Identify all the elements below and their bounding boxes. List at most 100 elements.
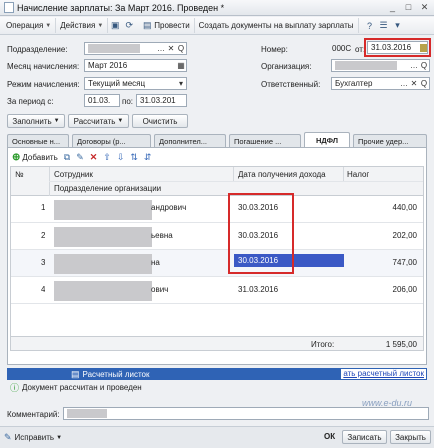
close-button[interactable]: Закрыть: [390, 430, 431, 444]
minimize-icon[interactable]: _: [386, 2, 399, 13]
comment-field[interactable]: [63, 407, 429, 420]
edit-icon[interactable]: ✎: [76, 152, 84, 163]
copy-icon[interactable]: ⧉: [64, 152, 70, 163]
watermark: www.e-du.ru: [362, 398, 413, 408]
month-field[interactable]: Март 2016 ▦: [84, 59, 187, 72]
menu-icon[interactable]: ▾: [391, 19, 405, 33]
redacted-employee: [54, 281, 152, 301]
tab-contracts[interactable]: Договоры (р...: [72, 134, 151, 148]
table-row[interactable]: 1 андрович 30.03.2016 440,00: [11, 196, 423, 223]
period-from-field[interactable]: 01.03.: [84, 94, 120, 107]
ellipsis-icon[interactable]: …: [156, 43, 166, 54]
period-from-value: 01.03.: [88, 96, 111, 105]
doc-status: ⓘ Документ рассчитан и проведен: [10, 382, 142, 393]
clear-icon[interactable]: ✕: [166, 43, 176, 54]
save-label: Записать: [347, 432, 382, 442]
month-value: Март 2016: [88, 61, 128, 70]
sort-desc-icon[interactable]: ⇵: [144, 152, 152, 163]
date-field[interactable]: 31.03.2016: [367, 41, 428, 54]
mode-select[interactable]: Текущий месяц ▾: [84, 77, 187, 90]
open-icon[interactable]: Q: [419, 78, 429, 89]
open-icon[interactable]: Q: [419, 60, 429, 71]
grid-footer: Итого: 1 595,00: [11, 336, 423, 350]
row-num: 3: [41, 258, 46, 267]
table-row[interactable]: 4 ович 31.03.2016 206,00: [11, 277, 423, 304]
ellipsis-icon[interactable]: …: [409, 60, 419, 71]
actions-menu[interactable]: Действия ▼: [56, 18, 109, 33]
tab-ndfl[interactable]: НДФЛ: [304, 132, 350, 148]
clear-label: Очистить: [142, 116, 178, 126]
dropdown-arrow-icon: ▼: [56, 434, 63, 441]
chevron-down-icon[interactable]: ▾: [176, 78, 186, 89]
plus-icon: ⊕: [12, 152, 21, 163]
mode-label: Режим начисления:: [7, 80, 80, 89]
calendar-icon[interactable]: [420, 43, 427, 52]
calculate-button[interactable]: Рассчитать ▼: [68, 114, 129, 128]
table-row[interactable]: 3 на 30.03.2016 747,00: [11, 250, 423, 277]
operation-menu[interactable]: Операция ▼: [2, 18, 57, 33]
col-employee-sub: Подразделение организации: [54, 184, 162, 193]
clear-button[interactable]: Очистить: [132, 114, 188, 128]
payslip-link[interactable]: ать расчетный листок: [341, 369, 426, 379]
dropdown-arrow-icon: ▼: [53, 118, 60, 124]
sort-asc-icon[interactable]: ⇅: [130, 152, 138, 163]
save-doc-icon[interactable]: ▣: [108, 19, 122, 33]
row-employee: на: [151, 258, 160, 267]
total-value: 1 595,00: [385, 340, 417, 349]
create-docs-button[interactable]: Создать документы на выплату зарплаты: [195, 18, 359, 33]
refresh-icon[interactable]: ⟳: [122, 19, 136, 33]
row-separator: [11, 303, 423, 304]
department-field[interactable]: … ✕ Q: [84, 42, 187, 55]
table-row[interactable]: 2 ьевна 30.03.2016 202,00: [11, 223, 423, 250]
dropdown-arrow-icon: ▼: [97, 22, 104, 29]
fix-button[interactable]: ✎ Исправить ▼: [4, 432, 62, 443]
operation-label: Операция: [6, 21, 44, 30]
tab-main[interactable]: Основные н...: [7, 134, 69, 148]
responsible-field[interactable]: Бухгалтер … ✕ Q: [331, 77, 430, 90]
fill-button[interactable]: Заполнить ▼: [7, 114, 65, 128]
save-button[interactable]: Записать: [342, 430, 387, 444]
tab-additional[interactable]: Дополнител...: [154, 134, 226, 148]
tab-label: Договоры (р...: [77, 137, 126, 146]
post-button[interactable]: ▤ Провести: [136, 18, 195, 33]
calendar-icon[interactable]: ▦: [176, 60, 186, 71]
organization-field[interactable]: … Q: [331, 59, 430, 72]
row-amount: 202,00: [392, 231, 417, 240]
ok-button[interactable]: ОК: [324, 432, 335, 441]
grid-toolbar: ⊕ Добавить ⧉ ✎ ✕ ⇧ ⇩ ⇅ ⇵: [12, 151, 151, 164]
title-bar: Начисление зарплаты: За Март 2016. Прове…: [0, 0, 434, 16]
tab-label: Дополнител...: [159, 137, 208, 146]
ellipsis-icon[interactable]: …: [399, 78, 409, 89]
tab-label: Прочие удер...: [358, 137, 409, 146]
grid-header: № Сотрудник Подразделение организации Да…: [11, 167, 423, 196]
list-icon[interactable]: ☰: [377, 19, 391, 33]
clear-icon[interactable]: ✕: [409, 78, 419, 89]
move-up-icon[interactable]: ⇧: [103, 152, 111, 163]
calculate-label: Рассчитать: [73, 116, 116, 126]
post-label: Провести: [154, 21, 190, 30]
col-date: Дата получения дохода: [238, 170, 326, 179]
tab-other[interactable]: Прочие удер...: [353, 134, 427, 148]
dropdown-arrow-icon: ▼: [117, 118, 124, 124]
comment-label: Комментарий:: [7, 410, 60, 419]
help-icon[interactable]: ?: [363, 19, 377, 33]
move-down-icon[interactable]: ⇩: [117, 152, 125, 163]
redacted-value: [67, 409, 107, 418]
post-icon: ▤: [143, 20, 152, 30]
period-to-field[interactable]: 31.03.201: [136, 94, 187, 107]
add-button[interactable]: ⊕ Добавить: [12, 152, 58, 163]
ndfl-grid: № Сотрудник Подразделение организации Да…: [10, 166, 424, 351]
open-icon[interactable]: Q: [176, 43, 186, 54]
info-icon: ⓘ: [10, 383, 20, 393]
tab-repayment[interactable]: Погашение ...: [229, 134, 301, 148]
close-icon[interactable]: ✕: [418, 2, 431, 13]
mode-value: Текущий месяц: [88, 79, 146, 88]
add-label: Добавить: [22, 153, 58, 162]
close-label: Закрыть: [395, 432, 426, 442]
row-date: 31.03.2016: [238, 285, 279, 294]
fix-label: Исправить: [14, 433, 55, 442]
delete-icon[interactable]: ✕: [90, 152, 98, 163]
redacted-employee: [54, 227, 152, 247]
number-label: Номер:: [261, 45, 288, 54]
maximize-icon[interactable]: □: [402, 2, 415, 13]
